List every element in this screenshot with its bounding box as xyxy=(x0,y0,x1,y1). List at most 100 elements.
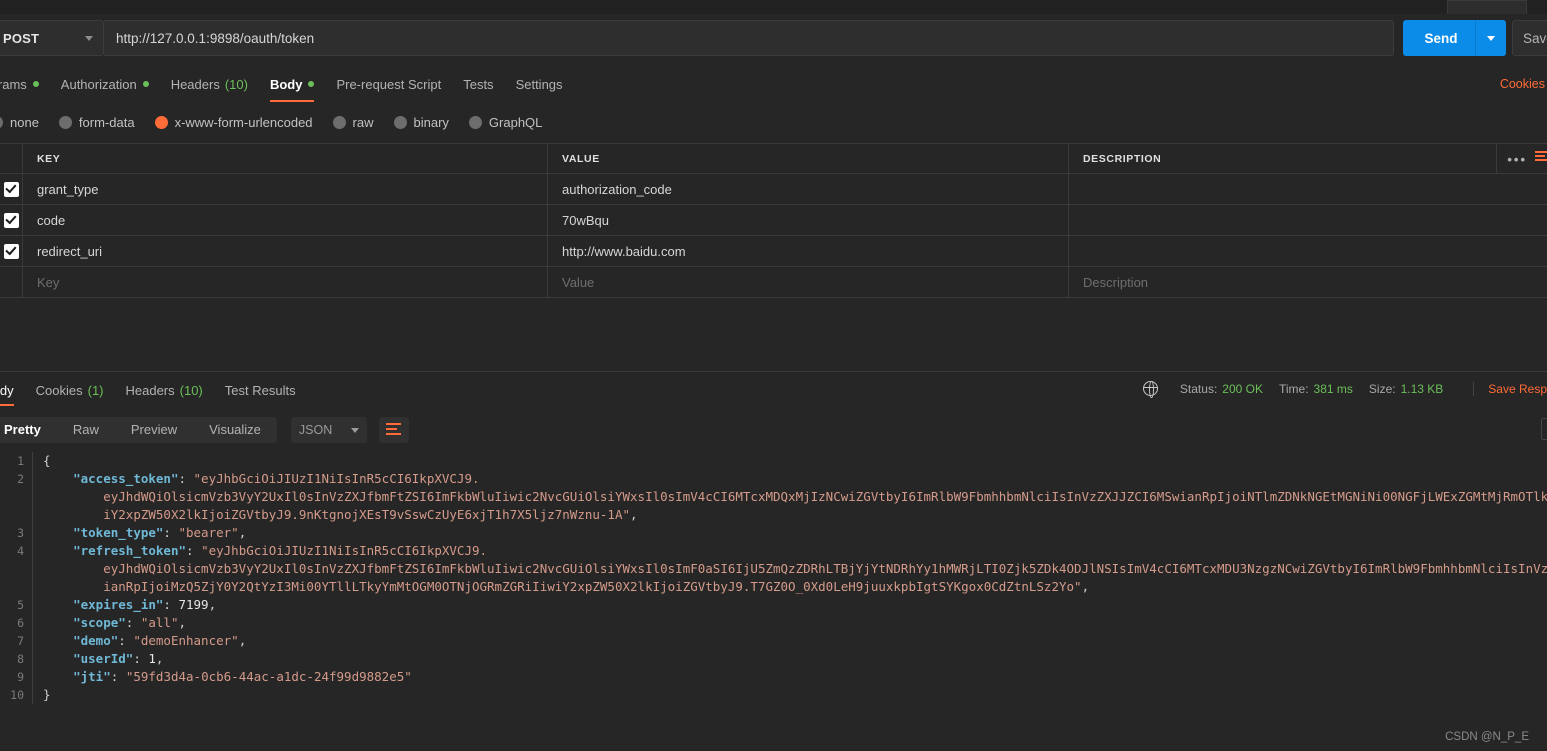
response-format-select[interactable]: JSON xyxy=(290,417,367,443)
row-value-cell[interactable]: 70wBqu xyxy=(548,205,1069,235)
code-line: eyJhdWQiOlsicmVzb3VyY2UxIl0sInVzZXJfbmFt… xyxy=(0,488,1547,506)
code-token: "refresh_token" xyxy=(73,543,186,558)
save-button[interactable]: Save xyxy=(1512,20,1547,56)
code-token: eyJhdWQiOlsicmVzb3VyY2UxIl0sInVzZXJfbmFt… xyxy=(103,561,1547,576)
row-key-cell[interactable]: grant_type xyxy=(23,174,548,204)
response-tab-test-results[interactable]: Test Results xyxy=(225,374,296,406)
header-key: KEY xyxy=(23,144,548,173)
request-tab-stub[interactable] xyxy=(1447,0,1527,14)
send-button-label: Send xyxy=(1424,30,1458,46)
http-method-select[interactable]: POST xyxy=(0,20,104,56)
status-dot-icon xyxy=(32,81,39,87)
body-type-label: x-www-form-urlencoded xyxy=(174,114,313,130)
view-mode-visualize[interactable]: Visualize xyxy=(193,417,277,443)
wrap-lines-button[interactable] xyxy=(378,417,409,443)
code-token: : xyxy=(125,615,141,630)
globe-icon[interactable] xyxy=(1142,380,1158,398)
view-mode-preview[interactable]: Preview xyxy=(115,417,193,443)
response-side-panel-toggle[interactable] xyxy=(1541,418,1547,440)
row-description-cell[interactable] xyxy=(1069,236,1547,266)
row-description-cell[interactable] xyxy=(1069,174,1547,204)
table-row[interactable]: grant_type authorization_code xyxy=(0,174,1547,205)
code-line-text: "demo": "demoEnhancer", xyxy=(43,632,1547,650)
row-key-cell[interactable]: code xyxy=(23,205,548,235)
cookies-link[interactable]: Cookies xyxy=(1500,77,1545,91)
request-tab-tests[interactable]: Tests xyxy=(463,66,493,102)
radio-button-icon xyxy=(58,115,72,129)
code-line-text: } xyxy=(43,686,1547,704)
new-key-input[interactable]: Key xyxy=(23,267,548,297)
body-type-form-data[interactable]: form-data xyxy=(58,115,135,130)
url-input[interactable]: http://127.0.0.1:9898/oauth/token xyxy=(104,20,1394,56)
new-description-input[interactable]: Description xyxy=(1069,267,1547,297)
body-type-label: GraphQL xyxy=(488,114,543,130)
row-description-cell[interactable] xyxy=(1069,205,1547,235)
row-checkbox[interactable] xyxy=(0,205,23,235)
request-tab-pre-request-script[interactable]: Pre-request Script xyxy=(336,66,441,102)
code-line: 6 "scope": "all", xyxy=(0,614,1547,632)
code-line-text: "token_type": "bearer", xyxy=(43,524,1547,542)
row-value-cell[interactable]: authorization_code xyxy=(548,174,1069,204)
request-tab-settings[interactable]: Settings xyxy=(516,66,563,102)
code-token: } xyxy=(43,687,51,702)
table-row[interactable]: code 70wBqu xyxy=(0,205,1547,236)
code-token: { xyxy=(43,453,51,468)
row-value-cell[interactable]: http://www.baidu.com xyxy=(548,236,1069,266)
response-tab-body[interactable]: Body xyxy=(0,374,14,406)
response-tab-headers[interactable]: Headers (10) xyxy=(126,374,203,406)
wrap-lines-icon xyxy=(386,422,402,438)
body-type-raw[interactable]: raw xyxy=(332,115,374,130)
send-options-button[interactable] xyxy=(1476,35,1506,41)
response-body-code[interactable]: 1{2 "access_token": "eyJhbGciOiJIUzI1NiI… xyxy=(0,452,1547,712)
body-type-graphql[interactable]: GraphQL xyxy=(468,114,543,130)
code-token: "demo" xyxy=(73,633,119,648)
line-number: 8 xyxy=(17,652,24,666)
view-mode-pretty[interactable]: Pretty xyxy=(0,417,57,443)
line-number: 1 xyxy=(17,454,24,468)
view-mode-raw[interactable]: Raw xyxy=(57,417,115,443)
code-line: eyJhdWQiOlsicmVzb3VyY2UxIl0sInVzZXJfbmFt… xyxy=(0,560,1547,578)
response-tab-cookies[interactable]: Cookies (1) xyxy=(36,374,104,406)
row-key-cell[interactable]: redirect_uri xyxy=(23,236,548,266)
row-checkbox[interactable] xyxy=(0,236,23,266)
response-tab-label: Body xyxy=(0,382,14,398)
request-tabs: Params Authorization Headers(10) Body Pre-re… xyxy=(0,66,1547,102)
code-line: iY2xpZW50X2lkIjoiZGVtbyJ9.9nKtgnojXEsT9v… xyxy=(0,506,1547,524)
time-value: 381 ms xyxy=(1313,381,1353,396)
row-checkbox[interactable] xyxy=(0,174,23,204)
header-value: VALUE xyxy=(548,144,1069,173)
code-line-text: { xyxy=(43,452,1547,470)
code-token: , xyxy=(208,597,217,612)
body-type-x-www-form-urlencoded[interactable]: x-www-form-urlencoded xyxy=(154,114,313,130)
code-token: "59fd3d4a-0cb6-44ac-a1dc-24f99d9882e5" xyxy=(125,669,412,684)
bulk-edit-icon[interactable] xyxy=(1535,151,1547,165)
request-tab-headers[interactable]: Headers (10) xyxy=(171,66,248,102)
table-row-placeholder[interactable]: Key Value Description xyxy=(0,267,1547,298)
table-row[interactable]: redirect_uri http://www.baidu.com xyxy=(0,236,1547,267)
code-token: : xyxy=(186,543,202,558)
url-bar: POST http://127.0.0.1:9898/oauth/token S… xyxy=(0,14,1547,62)
code-token: "userId" xyxy=(73,651,134,666)
new-value-input[interactable]: Value xyxy=(548,267,1069,297)
body-type-binary[interactable]: binary xyxy=(393,115,449,130)
send-button[interactable]: Send xyxy=(1403,20,1506,56)
radio-button-icon xyxy=(154,115,168,129)
request-tab-authorization[interactable]: Authorization xyxy=(61,66,149,102)
table-more-menu-icon[interactable]: ••• xyxy=(1496,144,1527,174)
request-tab-label: Tests xyxy=(463,76,494,92)
radio-button-icon xyxy=(468,115,482,129)
save-response-button[interactable]: Save Resp xyxy=(1473,381,1547,396)
code-line: ianRpIjoiMzQ5ZjY0Y2QtYzI3Mi00YTllLTkyYmM… xyxy=(0,578,1547,596)
request-tab-label: Pre-request Script xyxy=(336,76,442,92)
row-checkbox[interactable] xyxy=(0,267,23,297)
body-type-none[interactable]: none xyxy=(0,115,39,130)
request-tab-params[interactable]: Params xyxy=(0,66,39,102)
size-label: Size: xyxy=(1368,381,1396,396)
radio-button-icon xyxy=(332,115,346,129)
url-input-value: http://127.0.0.1:9898/oauth/token xyxy=(116,30,315,46)
request-tab-body[interactable]: Body xyxy=(269,66,315,102)
